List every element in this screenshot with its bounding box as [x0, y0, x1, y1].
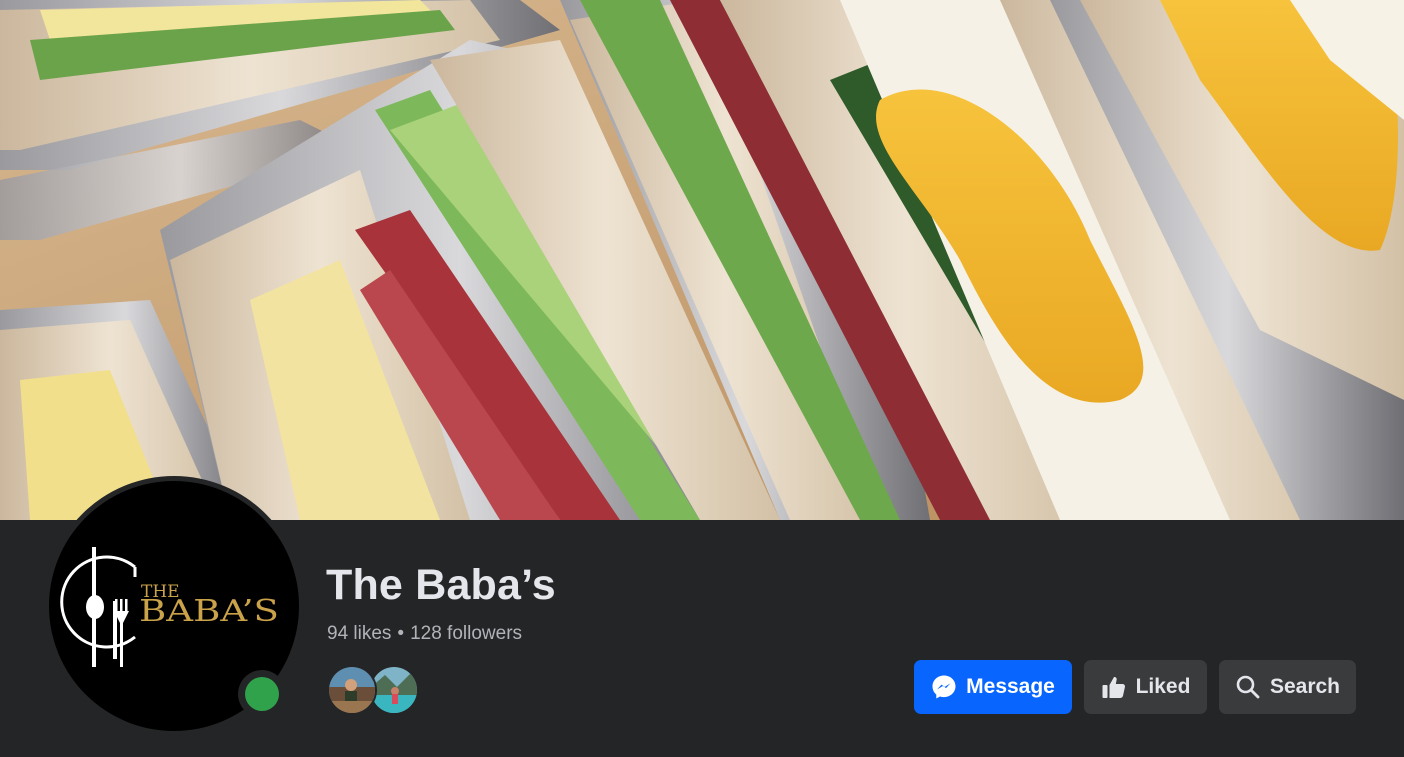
liked-button[interactable]: Liked — [1084, 660, 1207, 714]
liked-button-label: Liked — [1135, 675, 1191, 698]
search-button[interactable]: Search — [1219, 660, 1356, 714]
friend-photo — [329, 667, 375, 713]
friend-avatar[interactable] — [327, 665, 377, 715]
followers-count[interactable]: 128 followers — [410, 623, 522, 644]
friend-photo — [371, 667, 417, 713]
cover-photo[interactable] — [0, 0, 1404, 520]
friend-avatars — [327, 665, 427, 715]
page-title: The Baba’s — [326, 561, 556, 609]
search-button-label: Search — [1269, 675, 1341, 698]
thumbs-up-icon — [1102, 676, 1125, 698]
online-status-dot — [245, 677, 279, 711]
logo-line2: BABA’S — [139, 594, 279, 629]
cover-image — [0, 0, 1404, 520]
search-icon — [1236, 675, 1260, 699]
message-button-label: Message — [966, 675, 1055, 698]
page-stats: 94 likes • 128 followers — [327, 621, 522, 647]
stats-separator: • — [397, 623, 405, 644]
messenger-icon — [932, 675, 956, 699]
message-button[interactable]: Message — [914, 660, 1072, 714]
likes-count[interactable]: 94 likes — [327, 623, 391, 644]
